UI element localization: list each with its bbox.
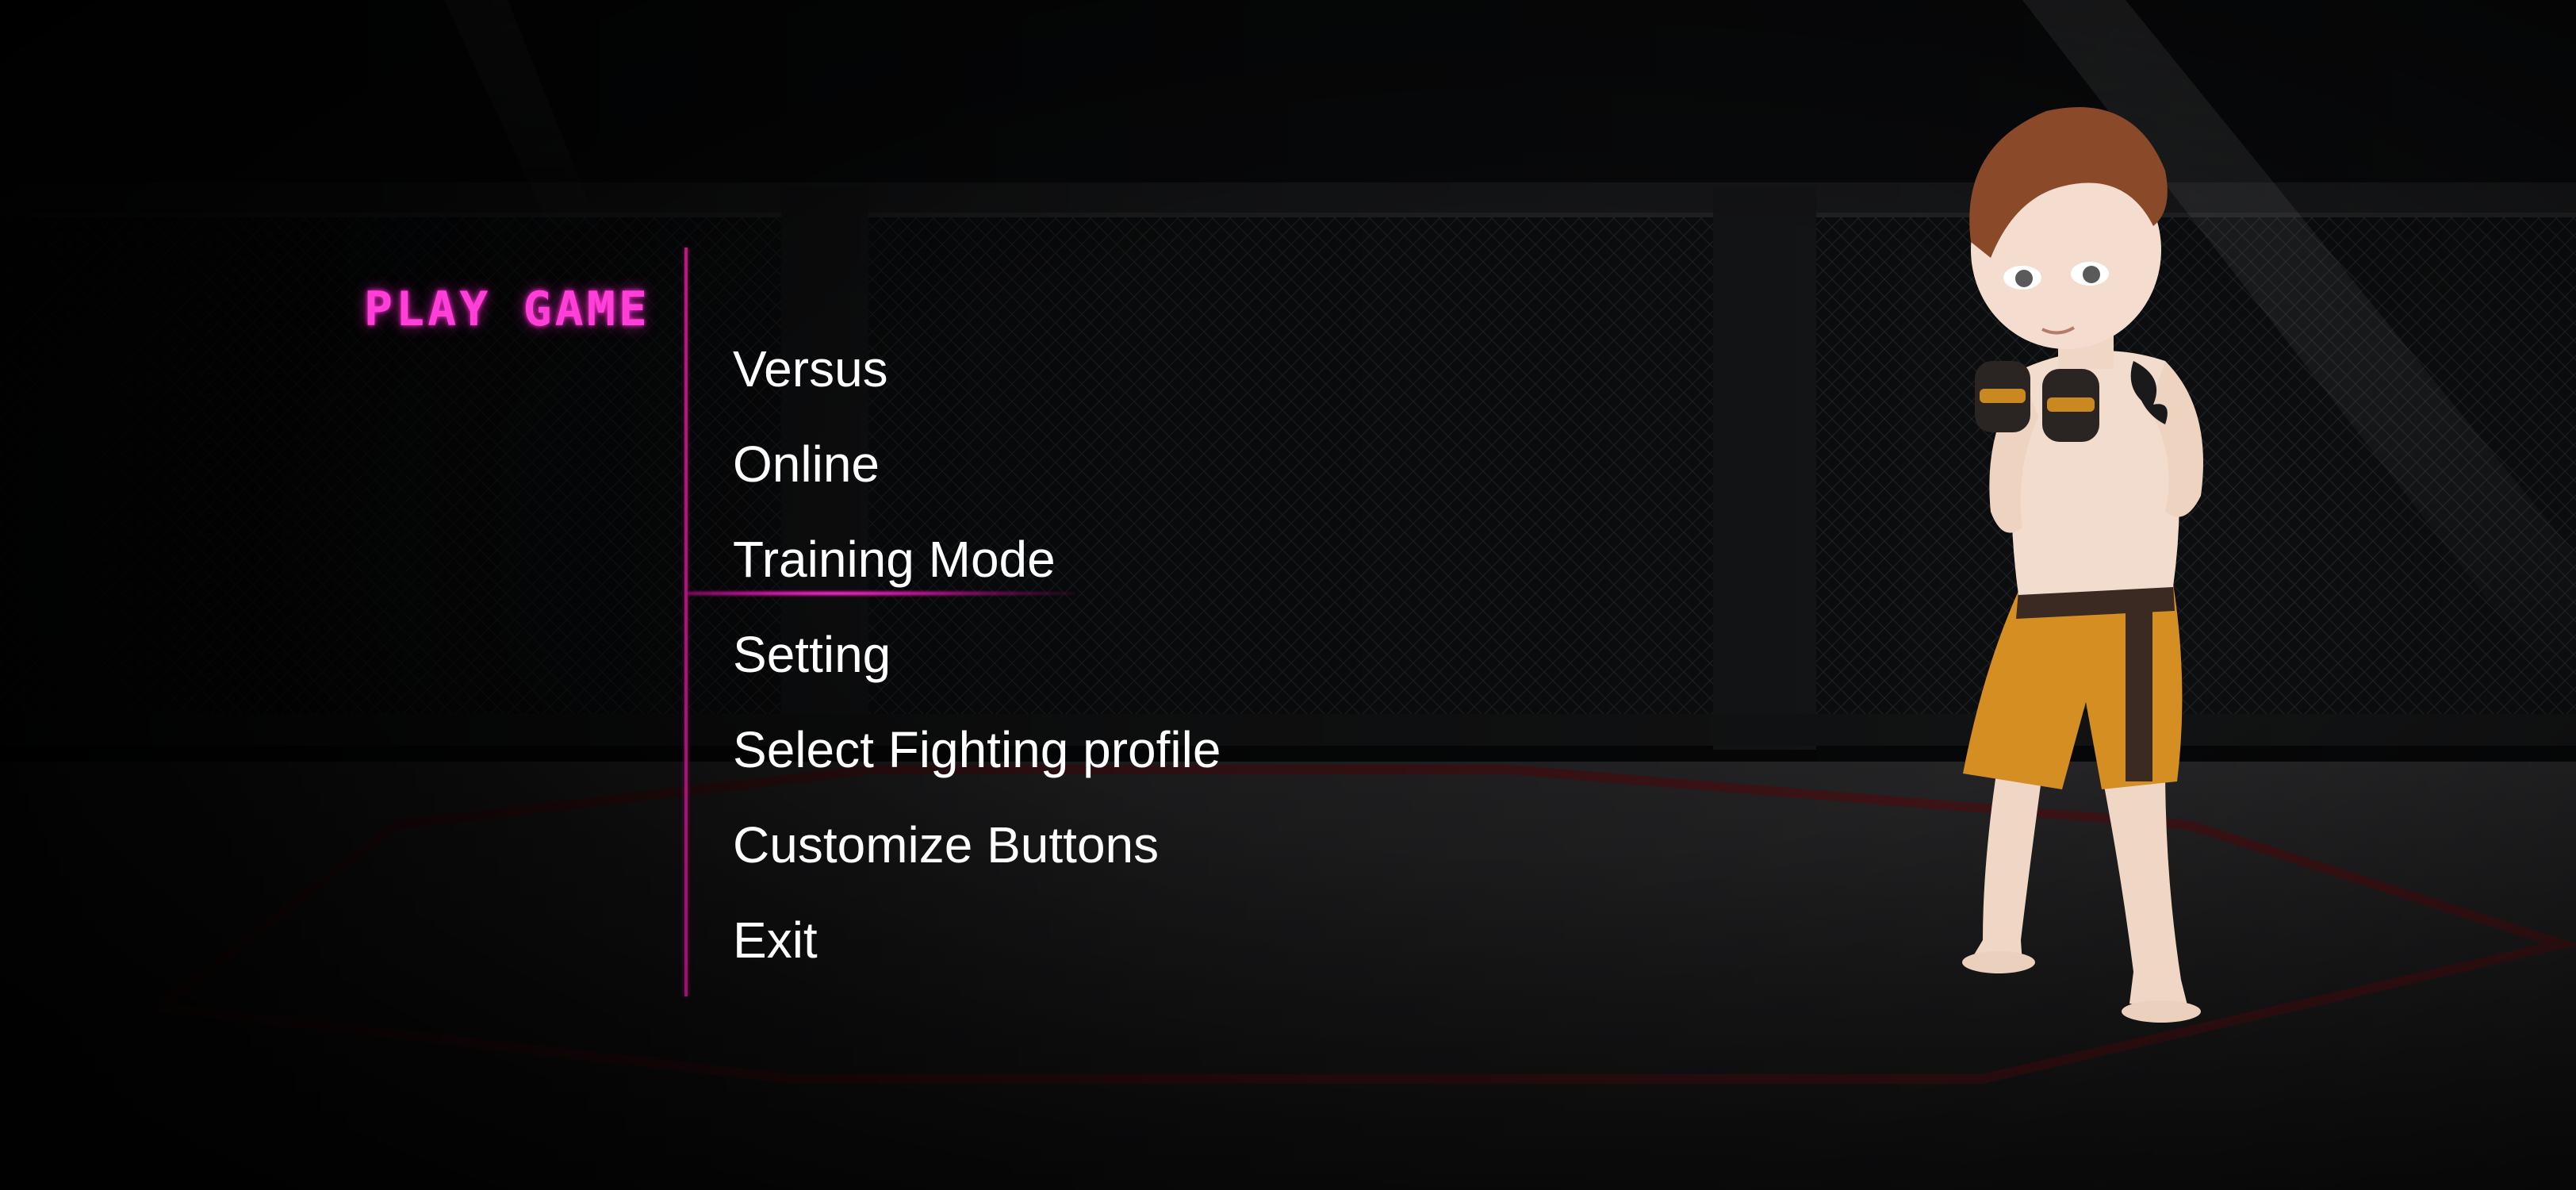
fighter-character [1927, 99, 2229, 1107]
play-game-title: PLAY GAME [363, 282, 650, 337]
menu-item-customize-buttons[interactable]: Customize Buttons [733, 813, 1159, 877]
menu-item-setting[interactable]: Setting [733, 623, 891, 686]
menu-item-versus[interactable]: Versus [733, 337, 888, 401]
menu-item-online[interactable]: Online [733, 432, 880, 496]
menu-item-select-fighting-profile[interactable]: Select Fighting profile [733, 718, 1221, 781]
menu-item-exit[interactable]: Exit [733, 908, 818, 972]
menu-divider [684, 248, 688, 996]
selection-highlight [687, 590, 1075, 597]
menu-item-training-mode[interactable]: Training Mode [733, 528, 1056, 591]
